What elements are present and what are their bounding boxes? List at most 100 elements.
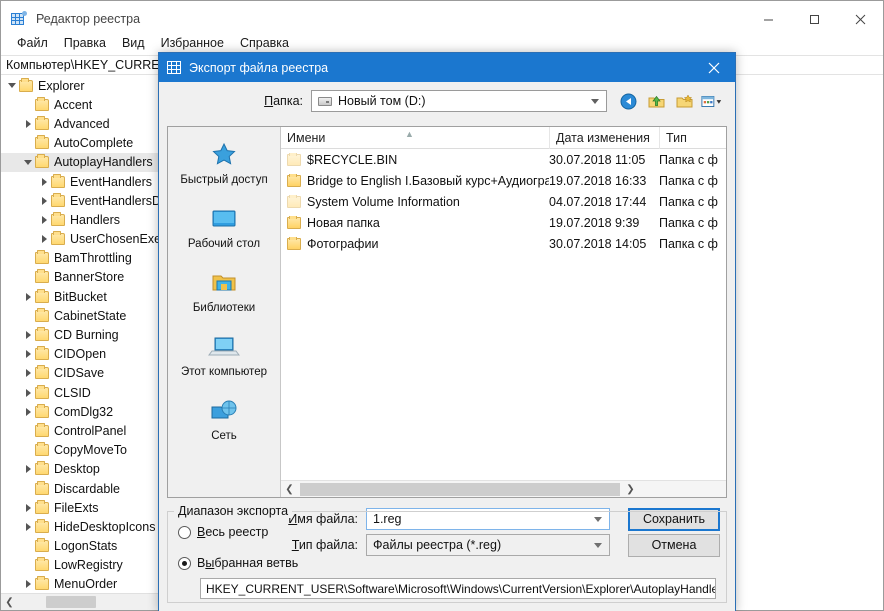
tree-item-cd-burning[interactable]: CD Burning: [1, 325, 172, 344]
file-type-cell: Папка с ф: [659, 215, 718, 230]
chevron-right-icon[interactable]: [21, 523, 35, 531]
chevron-right-icon[interactable]: [37, 235, 51, 243]
place-desktop[interactable]: Рабочий стол: [168, 199, 280, 263]
back-icon[interactable]: [617, 90, 639, 112]
registry-icon: [11, 11, 27, 27]
radio-all-registry[interactable]: Весь реестр: [178, 521, 716, 543]
tree-item-accent[interactable]: Accent: [1, 95, 172, 114]
dialog-close-button[interactable]: [693, 53, 735, 82]
look-in-combobox[interactable]: Новый том (D:): [311, 90, 607, 112]
place-star[interactable]: Быстрый доступ: [168, 135, 280, 199]
file-row[interactable]: System Volume Information 04.07.2018 17:4…: [281, 191, 726, 212]
chevron-right-icon[interactable]: [21, 408, 35, 416]
tree-item-desktop[interactable]: Desktop: [1, 460, 172, 479]
chevron-down-icon[interactable]: [21, 160, 35, 165]
scroll-left-icon[interactable]: ❮: [281, 484, 298, 495]
tree-item-copymoveto[interactable]: CopyMoveTo: [1, 441, 172, 460]
chevron-right-icon[interactable]: [21, 350, 35, 358]
tree-item-discardable[interactable]: Discardable: [1, 479, 172, 498]
tree-item-bannerstore[interactable]: BannerStore: [1, 268, 172, 287]
column-header-date[interactable]: Дата изменения: [549, 127, 659, 149]
chevron-right-icon[interactable]: [37, 197, 51, 205]
scroll-right-icon[interactable]: ❯: [622, 484, 639, 495]
file-date-cell: 19.07.2018 16:33: [549, 173, 647, 188]
chevron-right-icon[interactable]: [21, 465, 35, 473]
chevron-right-icon[interactable]: [21, 504, 35, 512]
chevron-right-icon[interactable]: [21, 293, 35, 301]
tree-item-clsid[interactable]: CLSID: [1, 383, 172, 402]
chevron-right-icon[interactable]: [21, 331, 35, 339]
tree-item-explorer[interactable]: Explorer: [1, 76, 172, 95]
tree-item-eventhandlers[interactable]: EventHandlers: [1, 172, 172, 191]
tree-item-handlers[interactable]: Handlers: [1, 210, 172, 229]
chevron-right-icon[interactable]: [21, 369, 35, 377]
tree-item-bitbucket[interactable]: BitBucket: [1, 287, 172, 306]
column-header-type[interactable]: Тип: [659, 127, 726, 149]
up-folder-icon[interactable]: [645, 90, 667, 112]
new-folder-icon[interactable]: [673, 90, 695, 112]
scroll-left-icon[interactable]: ❮: [1, 597, 18, 608]
registry-tree-pane: Explorer Accent Advanced AutoComplete Autopl…: [1, 76, 173, 610]
file-row[interactable]: $RECYCLE.BIN 30.07.2018 11:05 Папка с ф: [281, 149, 726, 170]
chevron-right-icon[interactable]: [37, 178, 51, 186]
chevron-right-icon[interactable]: [21, 389, 35, 397]
places-bar[interactable]: Быстрый доступ Рабочий стол Библиотеки Этот…: [168, 127, 281, 497]
chevron-down-icon[interactable]: [591, 99, 599, 104]
tree-item-cabinetstate[interactable]: CabinetState: [1, 306, 172, 325]
column-header-name[interactable]: Имени ▲: [281, 127, 549, 149]
place-label: Сеть: [211, 430, 237, 442]
tree-item-bamthrottling[interactable]: BamThrottling: [1, 249, 172, 268]
tree-item-cidopen[interactable]: CIDOpen: [1, 345, 172, 364]
file-row[interactable]: Новая папка 19.07.2018 9:39 Папка с ф: [281, 212, 726, 233]
tree-item-lowregistry[interactable]: LowRegistry: [1, 556, 172, 575]
tree-item-cidsave[interactable]: CIDSave: [1, 364, 172, 383]
tree-item-advanced[interactable]: Advanced: [1, 114, 172, 133]
tree-item-logonstats[interactable]: LogonStats: [1, 537, 172, 556]
chevron-right-icon[interactable]: [21, 120, 35, 128]
folder-icon: [35, 327, 49, 342]
tree-item-hidedesktopicons[interactable]: HideDesktopIcons: [1, 517, 172, 536]
registry-editor-window: Редактор реестра Файл Правка Вид Избранн…: [0, 0, 884, 611]
file-row[interactable]: Bridge to English I.Базовый курс+Аудиогр…: [281, 170, 726, 191]
tree-item-userchosenexec[interactable]: UserChosenExec: [1, 230, 172, 249]
place-computer[interactable]: Этот компьютер: [168, 327, 280, 391]
menu-file[interactable]: Файл: [9, 33, 56, 53]
chevron-down-icon[interactable]: [5, 83, 19, 88]
place-network[interactable]: Сеть: [168, 391, 280, 455]
tree-item-controlpanel[interactable]: ControlPanel: [1, 421, 172, 440]
folder-icon: [35, 135, 49, 150]
chevron-right-icon[interactable]: [21, 580, 35, 588]
tree-horizontal-scrollbar[interactable]: ❮: [1, 593, 172, 610]
radio-selected-branch[interactable]: Выбранная ветвь: [178, 552, 716, 574]
file-list[interactable]: Имени ▲ Дата изменения Тип $RECYCLE.BIN 3…: [281, 127, 726, 497]
menu-view[interactable]: Вид: [114, 33, 153, 53]
file-row[interactable]: Фотографии 30.07.2018 14:05 Папка с ф: [281, 233, 726, 254]
folder-icon: [287, 194, 301, 208]
file-name-label: Фотографии: [307, 236, 379, 251]
radio-all-registry-indicator[interactable]: [178, 525, 191, 539]
file-list-scroll-thumb[interactable]: [300, 482, 620, 496]
tree-item-autoplayhandlers[interactable]: AutoplayHandlers: [1, 152, 172, 172]
folder-icon: [35, 115, 49, 130]
tree-item-autocomplete[interactable]: AutoComplete: [1, 134, 172, 153]
menu-help[interactable]: Справка: [232, 33, 297, 53]
tree-scroll-thumb[interactable]: [46, 596, 96, 608]
file-list-horizontal-scrollbar[interactable]: ❮ ❯: [281, 480, 726, 497]
tree-item-fileexts[interactable]: FileExts: [1, 498, 172, 517]
tree-item-label: EventHandlers: [70, 174, 152, 189]
file-name-cell: Bridge to English I.Базовый курс+Аудиогр…: [281, 173, 549, 188]
views-icon[interactable]: [701, 90, 723, 112]
registry-tree[interactable]: Explorer Accent Advanced AutoComplete Autopl…: [1, 76, 172, 593]
menu-edit[interactable]: Правка: [56, 33, 114, 53]
menu-favorites[interactable]: Избранное: [153, 33, 232, 53]
tree-item-label: CabinetState: [54, 308, 127, 323]
radio-selected-branch-indicator[interactable]: [178, 556, 191, 570]
branch-path-input[interactable]: HKEY_CURRENT_USER\Software\Microsoft\Win…: [200, 578, 716, 599]
tree-item-comdlg32[interactable]: ComDlg32: [1, 402, 172, 421]
tree-item-eventhandlersd[interactable]: EventHandlersD: [1, 191, 172, 210]
folder-icon: [35, 461, 49, 476]
folder-icon: [35, 518, 49, 533]
place-libraries[interactable]: Библиотеки: [168, 263, 280, 327]
chevron-right-icon[interactable]: [37, 216, 51, 224]
tree-item-menuorder[interactable]: MenuOrder: [1, 575, 172, 593]
